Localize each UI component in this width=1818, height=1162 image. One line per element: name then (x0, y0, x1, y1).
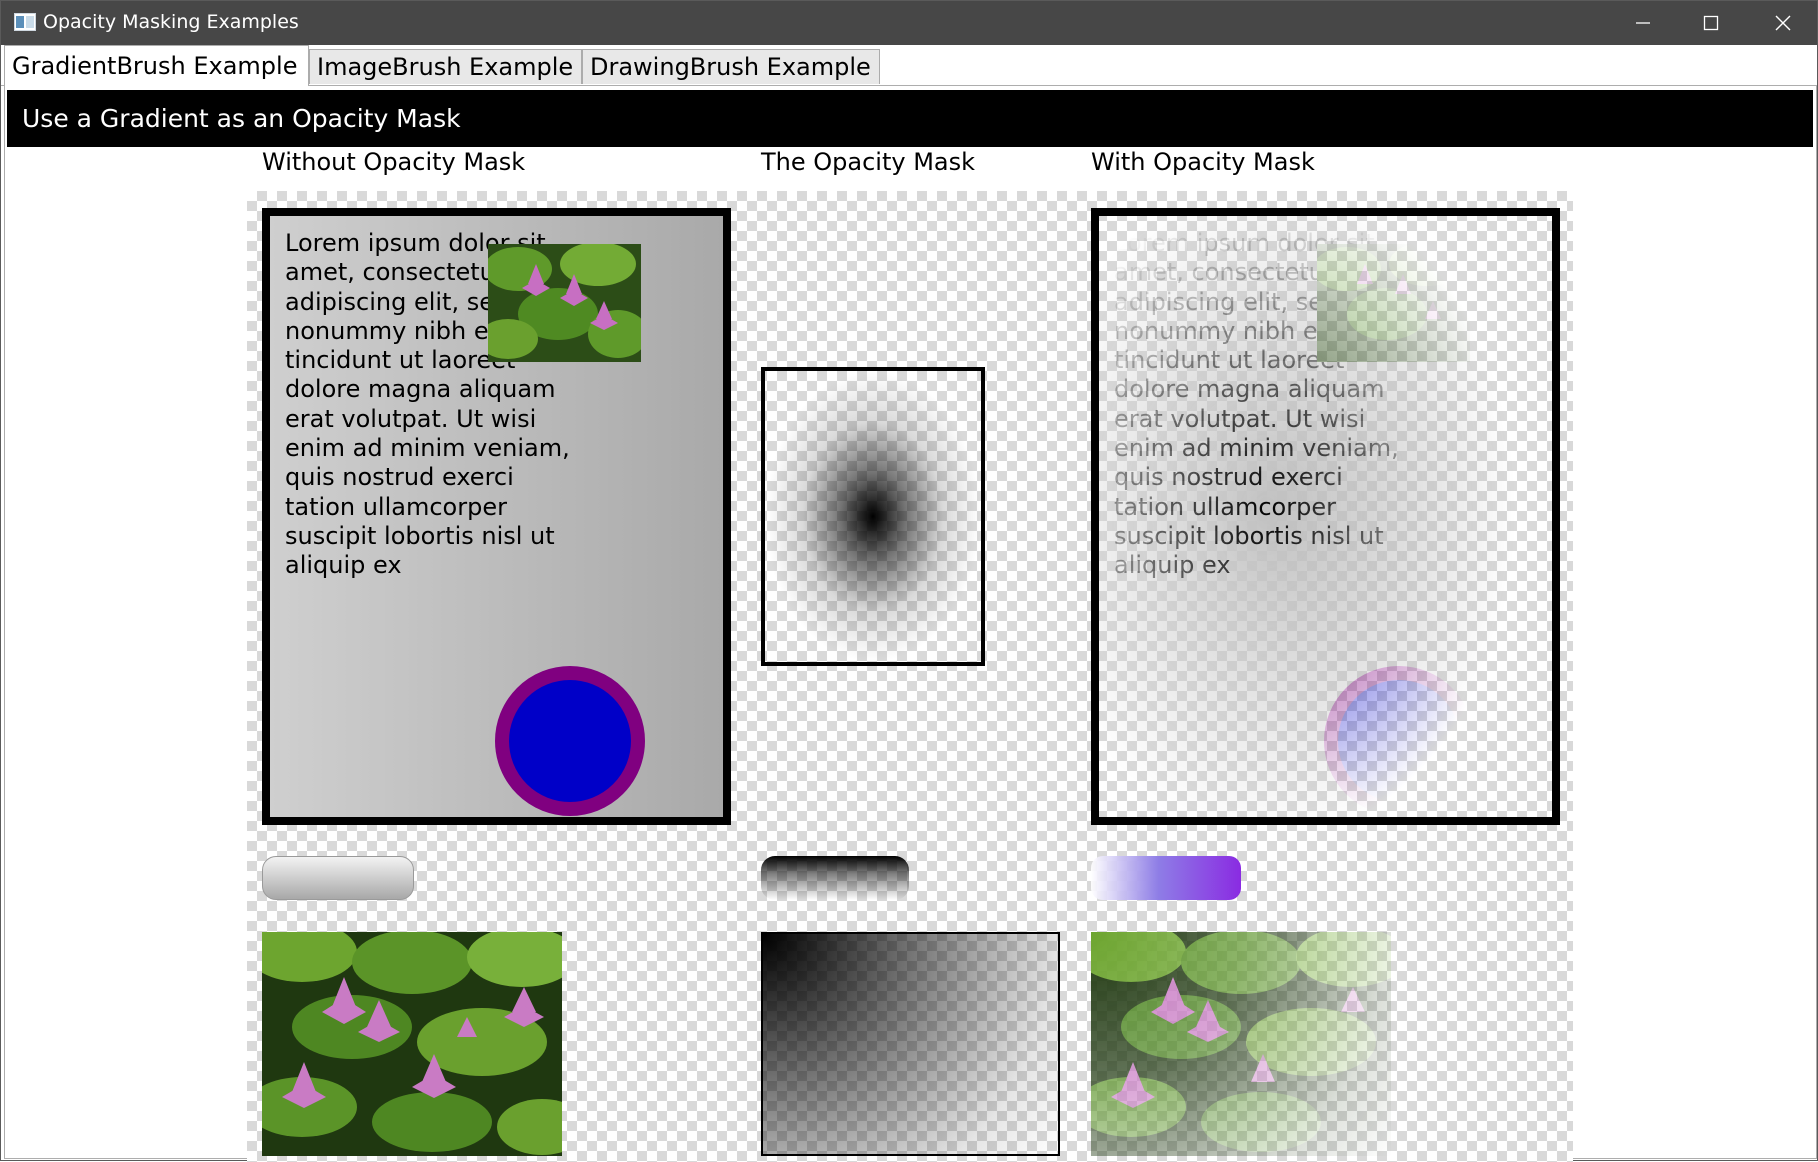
maximize-button[interactable] (1677, 1, 1745, 45)
tab-imagebrush[interactable]: ImageBrush Example (309, 49, 582, 84)
tab-strip: GradientBrush Example ImageBrush Example… (1, 45, 1817, 86)
title-bar[interactable]: Opacity Masking Examples (1, 1, 1817, 45)
window-title: Opacity Masking Examples (43, 11, 299, 33)
tab-drawingbrush[interactable]: DrawingBrush Example (582, 49, 880, 84)
minimize-icon (1636, 22, 1650, 24)
masked-circle (1324, 666, 1474, 816)
app-icon (14, 13, 36, 31)
purple-masked-button[interactable] (1091, 856, 1241, 900)
close-button[interactable] (1749, 1, 1817, 45)
masked-water-lily-image (1317, 244, 1470, 362)
corner-gradient-mask (761, 932, 1060, 1156)
section-header: Use a Gradient as an Opacity Mask (7, 90, 1813, 147)
purple-blue-circle (495, 666, 645, 816)
app-window: Opacity Masking Examples GradientBrush E… (0, 0, 1818, 1162)
masked-water-lilies-photo (1091, 932, 1391, 1156)
water-lilies-photo (262, 932, 562, 1156)
button-gradient-mask (761, 856, 909, 900)
masked-water-lilies-art (1091, 932, 1391, 1156)
water-lily-image (488, 244, 641, 362)
minimize-button[interactable] (1609, 1, 1677, 45)
maximize-icon (1703, 15, 1719, 31)
gray-gradient-button[interactable] (262, 856, 414, 900)
close-icon (1775, 15, 1791, 31)
label-without-mask: Without Opacity Mask (262, 148, 526, 176)
section-title: Use a Gradient as an Opacity Mask (22, 104, 461, 133)
label-with-mask: With Opacity Mask (1091, 148, 1315, 176)
water-lilies-art (262, 932, 562, 1156)
masked-content: Lorem ipsum dolor sit amet, consectetuer… (1099, 216, 1552, 817)
panel-with-mask: Lorem ipsum dolor sit amet, consectetuer… (1091, 208, 1560, 825)
radial-gradient-mask (761, 367, 985, 666)
tab-gradientbrush[interactable]: GradientBrush Example (4, 45, 309, 86)
label-opacity-mask: The Opacity Mask (761, 148, 976, 176)
